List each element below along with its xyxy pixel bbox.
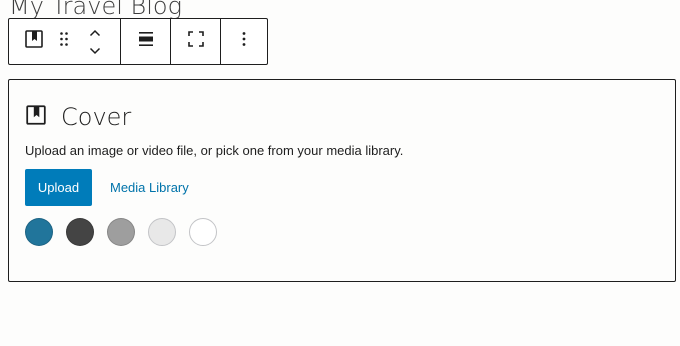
cover-block-icon	[24, 29, 44, 54]
color-swatch[interactable]	[189, 218, 217, 246]
block-type-button[interactable]	[16, 24, 52, 60]
color-swatch[interactable]	[107, 218, 135, 246]
more-options-button[interactable]	[226, 24, 262, 60]
block-toolbar	[8, 18, 268, 65]
block-toolbar-group-block	[9, 19, 121, 64]
upload-button[interactable]: Upload	[25, 169, 92, 206]
full-height-button[interactable]	[178, 24, 214, 60]
cover-placeholder: Cover Upload an image or video file, or …	[8, 79, 676, 282]
drag-handle-button[interactable]	[52, 24, 76, 60]
editor-canvas: My Travel Blog Cover Upload an image or …	[0, 0, 680, 346]
color-swatch[interactable]	[25, 218, 53, 246]
color-swatches	[25, 218, 217, 246]
cover-title: Cover	[61, 103, 132, 131]
color-swatch[interactable]	[66, 218, 94, 246]
media-library-button[interactable]: Media Library	[110, 180, 189, 195]
block-toolbar-group-align	[121, 19, 171, 64]
block-toolbar-group-height	[171, 19, 221, 64]
full-height-icon	[187, 30, 205, 53]
chevron-down-icon	[89, 42, 101, 60]
cover-header: Cover	[25, 102, 131, 132]
align-wide-icon	[137, 31, 155, 52]
color-swatch[interactable]	[148, 218, 176, 246]
move-up-button[interactable]	[83, 26, 107, 40]
cover-instructions: Upload an image or video file, or pick o…	[25, 143, 404, 158]
drag-handle-icon	[59, 31, 69, 52]
move-down-button[interactable]	[83, 44, 107, 58]
more-options-icon	[242, 31, 246, 52]
chevron-up-icon	[89, 24, 101, 42]
block-toolbar-group-more	[221, 19, 267, 64]
align-button[interactable]	[128, 24, 164, 60]
block-mover	[83, 24, 107, 60]
cover-block-icon	[25, 104, 47, 131]
